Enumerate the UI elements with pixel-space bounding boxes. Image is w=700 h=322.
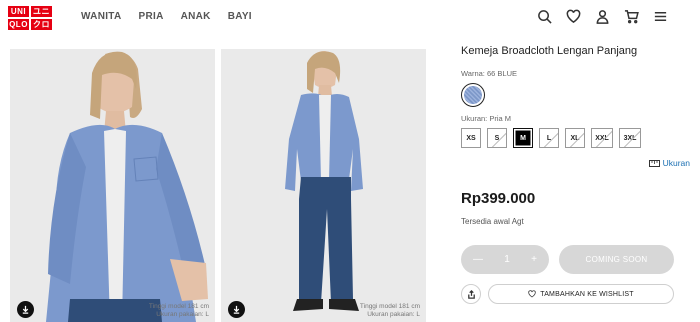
add-to-wishlist-button[interactable]: TAMBAHKAN KE WISHLIST [488, 284, 674, 304]
user-icon[interactable] [595, 9, 610, 24]
ruler-icon [648, 159, 660, 167]
pin-icon[interactable] [17, 301, 34, 318]
size-guide-link[interactable]: Ukuran [648, 158, 690, 168]
size-option-xs[interactable]: XS [461, 128, 481, 148]
quantity-stepper[interactable]: — 1 + [461, 245, 549, 274]
model-height: Tinggi model 181 cm [148, 303, 209, 310]
size-option-m[interactable]: M [513, 128, 533, 148]
size-label: Ukuran: Pria M [461, 114, 512, 123]
heart-icon [528, 290, 536, 298]
size-option-s[interactable]: S [487, 128, 507, 148]
nav-anak[interactable]: ANAK [181, 11, 211, 22]
menu-icon[interactable] [653, 9, 668, 24]
share-button[interactable] [461, 284, 481, 304]
main-nav: WANITA PRIA ANAK BAYI [81, 11, 252, 22]
availability-text: Tersedia awal Agt [461, 217, 524, 226]
size-option-3xl[interactable]: 3XL [619, 128, 641, 148]
header-icons [537, 9, 668, 24]
pin-icon[interactable] [228, 301, 245, 318]
nav-bayi[interactable]: BAYI [228, 11, 252, 22]
model-size: Ukuran pakaian: L [367, 310, 420, 318]
model-height: Tinggi model 181 cm [359, 303, 420, 310]
color-swatch-blue[interactable] [461, 83, 485, 107]
search-icon[interactable] [537, 9, 552, 24]
color-label: Warna: 66 BLUE [461, 69, 517, 78]
nav-pria[interactable]: PRIA [139, 11, 164, 22]
logo-cell: クロ [31, 19, 52, 30]
product-panel: Kemeja Broadcloth Lengan Panjang Warna: … [461, 45, 691, 304]
logo-cell: UNI [8, 6, 29, 17]
quantity-value: 1 [504, 254, 510, 265]
model-upper-body-image [46, 51, 208, 322]
product-photo-closeup[interactable]: Tinggi model 181 cm Ukuran pakaian: L [10, 49, 215, 322]
size-guide-label: Ukuran [662, 158, 690, 168]
size-selector: XS S M L XL XXL 3XL [461, 128, 691, 148]
size-option-l[interactable]: L [539, 128, 559, 148]
cart-icon[interactable] [624, 9, 639, 24]
model-size: Ukuran pakaian: L [156, 310, 209, 318]
wishlist-label: TAMBAHKAN KE WISHLIST [540, 290, 634, 298]
product-title: Kemeja Broadcloth Lengan Panjang [461, 45, 638, 57]
quantity-decrease[interactable]: — [473, 254, 483, 265]
logo-cell: ユニ [31, 6, 52, 17]
product-price: Rp399.000 [461, 190, 536, 207]
product-gallery: Tinggi model 181 cm Ukuran pakaian: L Ti… [10, 49, 426, 322]
size-option-xl[interactable]: XL [565, 128, 585, 148]
model-caption: Tinggi model 181 cm Ukuran pakaian: L [360, 303, 420, 318]
size-option-xxl[interactable]: XXL [591, 128, 613, 148]
swatch-fill [464, 86, 482, 104]
coming-soon-button[interactable]: COMING SOON [559, 245, 674, 274]
uniqlo-logo[interactable]: UNI ユニ QLO クロ [8, 6, 52, 30]
logo-cell: QLO [8, 19, 29, 30]
model-caption: Tinggi model 181 cm Ukuran pakaian: L [149, 303, 209, 318]
share-icon [467, 289, 475, 299]
model-full-body-image [285, 51, 363, 311]
nav-wanita[interactable]: WANITA [81, 11, 122, 22]
product-photo-fullbody[interactable]: Tinggi model 181 cm Ukuran pakaian: L [221, 49, 426, 322]
heart-icon[interactable] [566, 9, 581, 24]
quantity-increase[interactable]: + [531, 254, 537, 265]
